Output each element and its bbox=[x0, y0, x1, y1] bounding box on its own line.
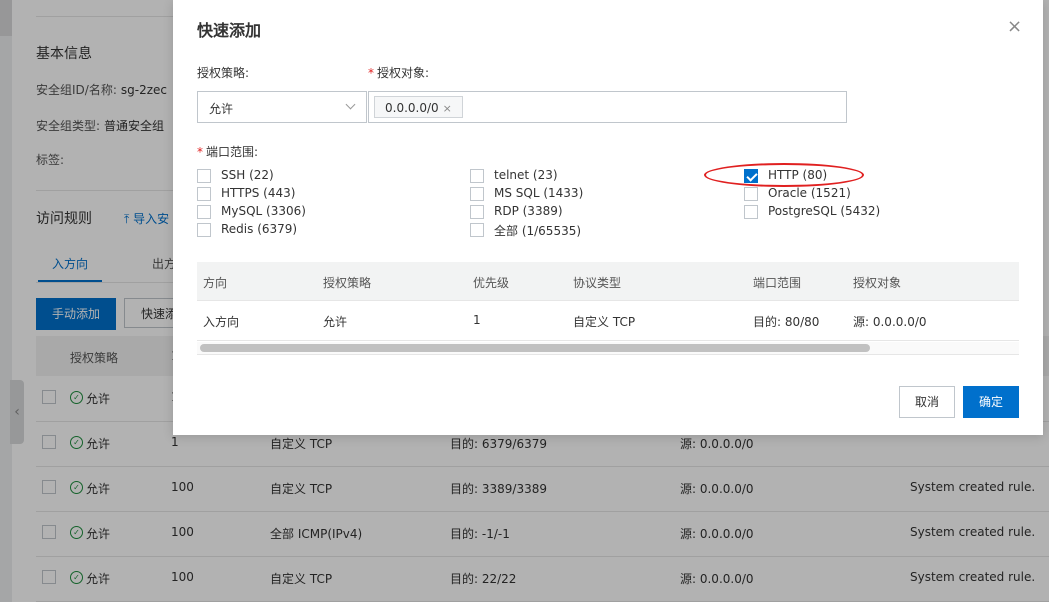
target-tag: 0.0.0.0/0 × bbox=[374, 96, 463, 118]
target-label: 授权对象: bbox=[377, 66, 430, 80]
port-option-label: HTTP (80) bbox=[768, 168, 828, 182]
checkbox[interactable] bbox=[470, 187, 484, 201]
close-icon[interactable]: × bbox=[1007, 17, 1022, 37]
target-input[interactable]: 0.0.0.0/0 × bbox=[368, 91, 847, 123]
checkbox[interactable] bbox=[470, 223, 484, 237]
port-option-label: Oracle (1521) bbox=[768, 186, 851, 200]
port-label-row: * 端口范围: bbox=[197, 143, 258, 160]
target-label-row: * 授权对象: bbox=[368, 64, 429, 81]
policy-select-value: 允许 bbox=[209, 102, 234, 116]
header-port-range: 端口范围 bbox=[753, 276, 802, 290]
header-direction: 方向 bbox=[203, 276, 228, 290]
chevron-down-icon bbox=[345, 99, 356, 110]
cancel-button[interactable]: 取消 bbox=[899, 386, 955, 418]
cell-direction: 入方向 bbox=[203, 315, 240, 329]
checkbox[interactable] bbox=[197, 169, 211, 183]
horizontal-scrollbar[interactable] bbox=[197, 342, 1019, 355]
cell-target: 源: 0.0.0.0/0 bbox=[853, 315, 927, 329]
tag-remove-icon[interactable]: × bbox=[443, 102, 452, 115]
scrollbar-thumb[interactable] bbox=[200, 344, 870, 352]
preview-table-header: 方向 授权策略 优先级 协议类型 端口范围 授权对象 bbox=[197, 262, 1019, 301]
target-tag-label: 0.0.0.0/0 bbox=[385, 101, 439, 115]
header-protocol: 协议类型 bbox=[573, 276, 622, 290]
policy-label: 授权策略: bbox=[197, 66, 250, 80]
checkbox[interactable] bbox=[197, 187, 211, 201]
port-option-label: SSH (22) bbox=[221, 168, 274, 182]
policy-select[interactable]: 允许 bbox=[197, 91, 367, 123]
table-row: 入方向 允许 1 自定义 TCP 目的: 80/80 源: 0.0.0.0/0 bbox=[197, 301, 1019, 341]
port-option-label: 全部 (1/65535) bbox=[494, 224, 582, 238]
header-target: 授权对象 bbox=[853, 276, 902, 290]
checkbox[interactable] bbox=[197, 205, 211, 219]
checkbox-checked[interactable] bbox=[744, 169, 758, 183]
required-mark: * bbox=[197, 145, 203, 159]
port-option-label: RDP (3389) bbox=[494, 204, 563, 218]
port-option-label: telnet (23) bbox=[494, 168, 558, 182]
port-option-label: MySQL (3306) bbox=[221, 204, 306, 218]
checkbox[interactable] bbox=[744, 205, 758, 219]
port-option-label: HTTPS (443) bbox=[221, 186, 296, 200]
port-option-label: Redis (6379) bbox=[221, 222, 298, 236]
cell-priority: 1 bbox=[473, 313, 481, 327]
header-policy: 授权策略 bbox=[323, 276, 372, 290]
checkbox[interactable] bbox=[744, 187, 758, 201]
checkbox[interactable] bbox=[197, 223, 211, 237]
dialog-title: 快速添加 bbox=[197, 21, 262, 40]
required-mark: * bbox=[368, 66, 374, 80]
port-option-label: MS SQL (1433) bbox=[494, 186, 584, 200]
checkbox[interactable] bbox=[470, 205, 484, 219]
quick-add-dialog: 快速添加 × 授权策略: * 授权对象: 允许 0.0.0.0/0 × * 端口范围:… bbox=[173, 0, 1043, 435]
cell-protocol: 自定义 TCP bbox=[573, 315, 636, 329]
port-option-label: PostgreSQL (5432) bbox=[768, 204, 881, 218]
confirm-button[interactable]: 确定 bbox=[963, 386, 1019, 418]
cell-policy: 允许 bbox=[323, 315, 348, 329]
checkbox[interactable] bbox=[470, 169, 484, 183]
header-priority: 优先级 bbox=[473, 276, 510, 290]
cell-port-range: 目的: 80/80 bbox=[753, 315, 820, 329]
port-label: 端口范围: bbox=[206, 145, 259, 159]
